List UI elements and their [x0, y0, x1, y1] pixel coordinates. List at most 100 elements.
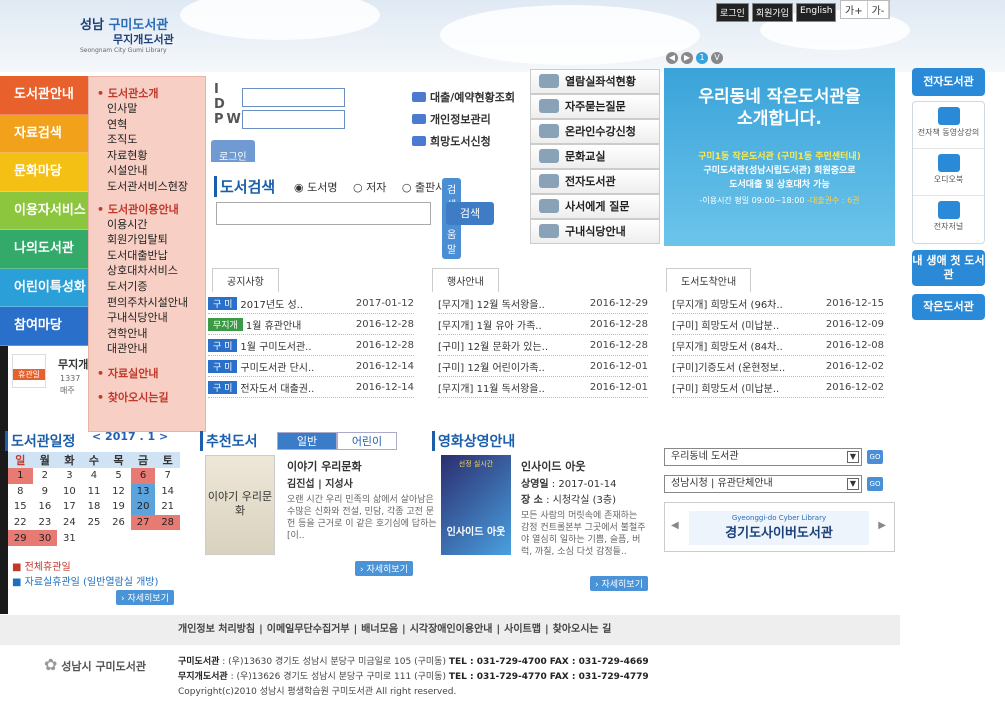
board-title[interactable]: 1월 구미도서관..	[240, 338, 311, 353]
board-row[interactable]: 구 미 2017년도 성.. 2017-01-12	[208, 293, 414, 314]
closure-notice[interactable]: 휴관일 무지개 1337 매주	[8, 348, 208, 404]
site-logo[interactable]: 성남 구미도서관 무지개도서관 Seongnam City Gumi Libra…	[80, 18, 174, 55]
search-input[interactable]	[216, 202, 431, 225]
board-row[interactable]: [구미] 12월 문화가 있는.. 2016-12-28	[438, 335, 648, 356]
board-title[interactable]: [구미]기증도서 (운현정보..	[672, 359, 785, 374]
nav-item-1[interactable]: 자료검색	[0, 114, 88, 153]
calendar-day[interactable]: 5	[106, 468, 131, 484]
nav-item-0[interactable]: 도서관안내	[0, 76, 88, 115]
calendar-day[interactable]: 27	[130, 514, 156, 531]
movie-name[interactable]: 인사이드 아웃	[521, 460, 647, 473]
calendar-day[interactable]: 14	[155, 484, 180, 500]
movie-more-button[interactable]: › 자세히보기	[590, 576, 648, 591]
tab-children[interactable]: 어린이	[337, 432, 397, 450]
submenu-item[interactable]: 도서관서비스현장	[97, 179, 205, 195]
prev-icon[interactable]: ◀	[666, 52, 678, 64]
board-title[interactable]: [구미] 12월 문화가 있는..	[438, 338, 548, 353]
prev-arrow-icon[interactable]: ◀	[671, 520, 679, 531]
submenu-group-usage[interactable]: • 도서관이용안내	[97, 201, 205, 217]
board-row[interactable]: [무지개] 희망도서 (84차.. 2016-12-08	[672, 335, 884, 356]
movie-poster[interactable]: 선정 실시간 인사이드 아웃	[441, 455, 511, 555]
e-library-button[interactable]: 전자도서관	[912, 68, 985, 96]
board-row[interactable]: 구 미 구미도서관 단시.. 2016-12-14	[208, 356, 414, 377]
personal-info-link[interactable]: 개인정보관리	[412, 108, 515, 130]
submenu-item[interactable]: 도서대출반납	[97, 248, 205, 264]
board-row[interactable]: [무지개] 12월 독서왕을.. 2016-12-29	[438, 293, 648, 314]
board-row[interactable]: [구미]기증도서 (운현정보.. 2016-12-02	[672, 356, 884, 377]
calendar-day[interactable]: 12	[106, 484, 131, 500]
calendar-day[interactable]: 17	[57, 499, 82, 515]
footer-link[interactable]: 시각장애인이용안내	[410, 624, 493, 635]
board-row[interactable]: [구미] 희망도서 (미납분.. 2016-12-09	[672, 314, 884, 335]
calendar-day[interactable]: 21	[155, 499, 180, 515]
agency-select[interactable]: 성남시청 | 유관단체안내 ▼	[664, 475, 862, 493]
calendar-day[interactable]: 28	[155, 514, 180, 531]
submenu-item[interactable]: 구내식당안내	[97, 310, 205, 326]
calendar-day[interactable]: 8	[8, 484, 33, 500]
footer-link[interactable]: 사이트맵	[504, 624, 541, 635]
board-title[interactable]: 1월 휴관안내	[246, 317, 302, 332]
id-input[interactable]	[242, 87, 345, 107]
board-title[interactable]: [무지개] 희망도서 (84차..	[672, 338, 783, 353]
submenu-group-intro[interactable]: • 도서관소개	[97, 85, 205, 101]
seat-status-link[interactable]: 열람실좌석현황	[530, 69, 660, 94]
calendar-day[interactable]: 10	[57, 484, 82, 500]
footer-link[interactable]: 개인정보 처리방침	[178, 624, 255, 635]
signup-link[interactable]: 회원가입	[751, 3, 793, 22]
board-row[interactable]: [무지개] 희망도서 (96차.. 2016-12-15	[672, 293, 884, 314]
calendar-day[interactable]: 2	[33, 468, 58, 484]
banner-page-1[interactable]: 1	[696, 52, 708, 64]
submenu-item[interactable]: 자료현황	[97, 148, 205, 164]
submenu-item[interactable]: 이용시간	[97, 217, 205, 233]
board-title[interactable]: 2017년도 성..	[240, 296, 303, 311]
tab-events[interactable]: 행사안내	[432, 268, 499, 292]
calendar-more-button[interactable]: › 자세히보기	[116, 590, 174, 605]
board-title[interactable]: [무지개] 희망도서 (96차..	[672, 296, 783, 311]
faq-link[interactable]: 자주묻는질문	[530, 94, 660, 119]
board-title[interactable]: 전자도서 대출권..	[240, 380, 314, 395]
calendar-day[interactable]: 26	[106, 515, 131, 531]
submenu-item[interactable]: 견학안내	[97, 326, 205, 342]
pw-input[interactable]	[242, 109, 345, 129]
ejournal-link[interactable]: 전자저널	[913, 196, 984, 243]
board-title[interactable]: [무지개] 12월 독서왕을..	[438, 296, 545, 311]
footer-link[interactable]: 이메일무단수집거부	[267, 624, 350, 635]
e-library-link[interactable]: 전자도서관	[530, 169, 660, 194]
submenu-item[interactable]: 편의주차시설안내	[97, 295, 205, 311]
submenu-item[interactable]: 도서기증	[97, 279, 205, 295]
board-row[interactable]: 무지개 1월 휴관안내 2016-12-28	[208, 314, 414, 335]
small-library-button[interactable]: 작은도서관	[912, 294, 985, 320]
submenu-item[interactable]: 시설안내	[97, 163, 205, 179]
tab-notice[interactable]: 공지사항	[212, 268, 279, 292]
nav-item-2[interactable]: 문화마당	[0, 153, 88, 192]
calendar-day[interactable]: 11	[82, 484, 107, 500]
calendar-day[interactable]: 30	[32, 530, 58, 546]
audiobook-link[interactable]: 오디오북	[913, 149, 984, 196]
banner-view-all[interactable]: V	[711, 52, 723, 64]
library-select[interactable]: 우리동네 도서관 ▼	[664, 448, 862, 466]
library-go-button[interactable]: GO	[867, 450, 883, 464]
tab-arrivals[interactable]: 도서도착안내	[666, 268, 752, 292]
board-title[interactable]: [구미] 희망도서 (미납분..	[672, 380, 779, 395]
calendar-day[interactable]: 13	[130, 483, 156, 500]
calendar-day[interactable]: 4	[82, 468, 107, 484]
loan-status-link[interactable]: 대출/예약현황조회	[412, 86, 515, 108]
nav-item-4[interactable]: 나의도서관	[0, 230, 88, 269]
online-course-link[interactable]: 온라인수강신청	[530, 119, 660, 144]
cyber-library-banner[interactable]: ◀ Gyeonggi-do Cyber Library 경기도사이버도서관 ▶	[664, 502, 895, 552]
option-title[interactable]: ◉ 도서명	[294, 181, 343, 194]
next-arrow-icon[interactable]: ▶	[878, 520, 886, 531]
font-increase-button[interactable]: 가+	[841, 1, 868, 18]
calendar-day[interactable]: 22	[8, 515, 33, 531]
hope-book-link[interactable]: 희망도서신청	[412, 130, 515, 152]
book-cover[interactable]: 이야기 우리문화	[205, 455, 275, 555]
nav-item-6[interactable]: 참여마당	[0, 307, 88, 346]
calendar-month-nav[interactable]: < 2017 . 1 >	[92, 430, 168, 443]
calendar-day[interactable]: 25	[82, 515, 107, 531]
calendar-day[interactable]: 16	[33, 499, 58, 515]
board-row[interactable]: 구 미 전자도서 대출권.. 2016-12-14	[208, 377, 414, 398]
nav-item-5[interactable]: 어린이특성화	[0, 268, 88, 307]
cafeteria-link[interactable]: 구내식당안내	[530, 219, 660, 244]
calendar-day[interactable]: 15	[8, 499, 33, 515]
calendar-day[interactable]: 18	[82, 499, 107, 515]
